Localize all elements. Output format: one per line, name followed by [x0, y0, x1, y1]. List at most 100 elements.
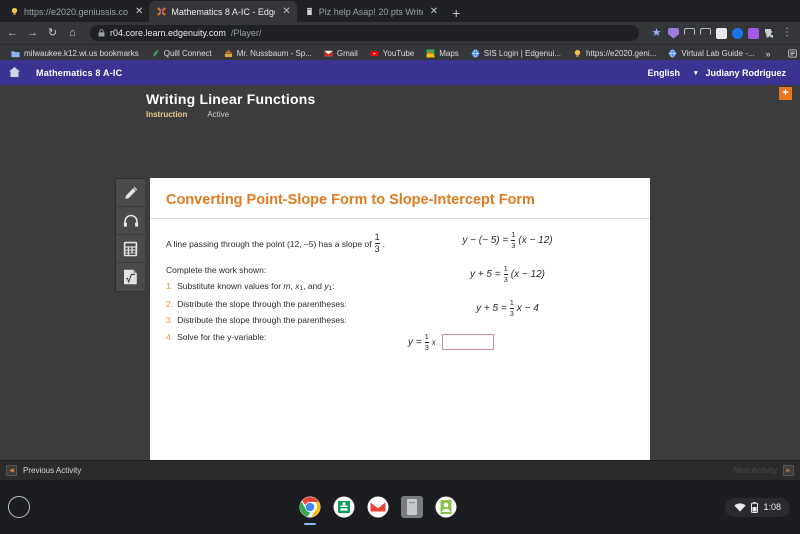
- headphones-icon[interactable]: [116, 207, 145, 235]
- close-icon[interactable]: ✕: [430, 6, 438, 17]
- extension-icon-4[interactable]: [716, 27, 727, 39]
- document-icon: [307, 7, 312, 16]
- address-bar[interactable]: r04.core.learn.edgenuity.com/Player/: [90, 25, 639, 41]
- formula-icon[interactable]: [116, 263, 145, 291]
- close-icon[interactable]: ✕: [135, 6, 143, 17]
- bookmark-item[interactable]: Maps: [420, 49, 465, 58]
- maps-icon: [426, 49, 435, 58]
- activity-bar: ◀ Previous Activity Next Activity ▶: [0, 460, 800, 480]
- contacts-icon[interactable]: [435, 496, 457, 518]
- browser-tab-0[interactable]: https://e2020.geniussis.com/FE ✕: [2, 1, 149, 22]
- equation-3: y + 5 = 1 3 x − 4: [400, 299, 615, 317]
- step-text: Solve for the y-variable:: [177, 331, 267, 342]
- browser-tab-2[interactable]: Plz help Asap! 20 pts Write an in ✕: [297, 1, 444, 22]
- lesson-bar: Writing Linear Functions Instruction Act…: [0, 85, 800, 123]
- lesson-status: Active: [207, 110, 230, 119]
- equation-4: y = 1 3 x: [400, 333, 615, 351]
- edgenuity-icon: [157, 7, 167, 16]
- extension-icon-6[interactable]: [748, 27, 759, 39]
- fraction-numerator: 1: [511, 230, 516, 239]
- equation-rhs: (x − 12): [510, 268, 545, 280]
- equation-2: y + 5 = 1 3 (x − 12): [400, 265, 615, 283]
- gmail-icon: [324, 50, 333, 57]
- bookmark-item[interactable]: SIS Login | Edgenui...: [465, 49, 567, 58]
- bookmark-star-icon[interactable]: ★: [650, 27, 663, 39]
- fraction-numerator: 1: [509, 298, 514, 307]
- course-name: Mathematics 8 A-IC: [36, 67, 123, 78]
- app-header: Mathematics 8 A-IC English ▾ Judiany Rod…: [0, 60, 800, 85]
- calculator-icon[interactable]: [116, 235, 145, 263]
- step-text-c: , and: [303, 281, 325, 291]
- extension-icon-5[interactable]: [732, 27, 743, 39]
- add-button[interactable]: +: [779, 87, 792, 100]
- chrome-icon[interactable]: [299, 496, 321, 518]
- fraction: 1 3: [424, 333, 429, 351]
- address-host: r04.core.learn.edgenuity.com: [110, 28, 226, 38]
- bookmark-item[interactable]: Gmail: [318, 49, 364, 58]
- equation-1: y − (− 5) = 1 3 (x − 12): [400, 231, 615, 249]
- previous-activity-label: Previous Activity: [23, 466, 82, 475]
- answer-input[interactable]: [441, 334, 494, 350]
- pencil-icon[interactable]: [116, 179, 145, 207]
- files-icon[interactable]: [400, 496, 423, 518]
- wifi-icon: [734, 502, 747, 511]
- bookmark-label: Mr. Nussbaum - Sp...: [236, 49, 312, 58]
- equation-rhs: (x − 12): [518, 234, 553, 246]
- tool-rail: [115, 178, 145, 292]
- new-tab-button[interactable]: +: [444, 6, 468, 22]
- step-number: 1.: [166, 281, 174, 291]
- bookmarks-overflow-icon[interactable]: »: [761, 49, 776, 59]
- puzzle-extensions-icon[interactable]: [764, 28, 775, 39]
- launcher-icon[interactable]: [8, 496, 30, 518]
- home-icon[interactable]: [0, 66, 28, 80]
- fraction: 1 3: [503, 265, 508, 283]
- chrome-menu-icon[interactable]: ⋮: [780, 28, 794, 38]
- bookmark-item[interactable]: Mr. Nussbaum - Sp...: [218, 49, 318, 58]
- step-text-a: Substitute known values for: [177, 281, 284, 291]
- system-tray[interactable]: 1:08: [725, 497, 790, 517]
- previous-activity-button[interactable]: ◀ Previous Activity: [6, 465, 81, 476]
- browser-tab-1[interactable]: Mathematics 8 A-IC - Edgenuity ✕: [149, 1, 297, 22]
- bookmark-item[interactable]: https://e2020.geni...: [567, 49, 662, 58]
- gmail-icon[interactable]: [367, 496, 389, 518]
- fraction-denominator: 3: [374, 244, 380, 254]
- page-title: Writing Linear Functions: [146, 91, 316, 107]
- bookmark-item[interactable]: Quill Connect: [145, 49, 218, 58]
- extension-icon-2[interactable]: [684, 27, 695, 39]
- tab-strip: https://e2020.geniussis.com/FE ✕ Mathema…: [0, 0, 800, 22]
- folder-icon: [11, 51, 20, 58]
- step-number: 2.: [166, 298, 174, 309]
- lesson-meta: Instruction Active: [146, 110, 800, 119]
- browser-tab-title: Plz help Asap! 20 pts Write an in: [318, 6, 423, 17]
- bookmark-item[interactable]: Virtual Lab Guide -...: [662, 49, 760, 58]
- next-activity-button[interactable]: Next Activity ▶: [733, 465, 794, 476]
- reload-icon[interactable]: ↻: [46, 27, 59, 39]
- step-text-d: :: [332, 281, 335, 291]
- toolbar-actions: ★ ⋮: [650, 27, 794, 39]
- extension-icon-3[interactable]: [700, 27, 711, 39]
- reading-list-button[interactable]: Reading list: [782, 49, 800, 58]
- classroom-icon[interactable]: [333, 496, 355, 518]
- bookmark-label: SIS Login | Edgenui...: [483, 49, 562, 58]
- browser-tab-title: https://e2020.geniussis.com/FE: [24, 6, 128, 17]
- home-icon[interactable]: ⌂: [66, 27, 79, 39]
- clock: 1:08: [763, 502, 781, 512]
- bookmark-item[interactable]: YouTube: [364, 49, 420, 58]
- address-path: /Player/: [230, 28, 262, 38]
- edgenuity-app: Mathematics 8 A-IC English ▾ Judiany Rod…: [0, 60, 800, 534]
- bookmark-label: milwaukee.k12.wi.us bookmarks: [24, 49, 139, 58]
- bookmark-item[interactable]: milwaukee.k12.wi.us bookmarks: [5, 49, 145, 58]
- lock-icon: [98, 29, 105, 37]
- language-selector[interactable]: English ▾: [647, 68, 705, 78]
- user-name[interactable]: Judiany Rodriguez: [705, 68, 800, 78]
- bookmark-label: YouTube: [382, 49, 415, 58]
- close-icon[interactable]: ✕: [282, 6, 290, 17]
- browser-toolbar: ← → ↻ ⌂ r04.core.learn.edgenuity.com/Pla…: [0, 22, 800, 44]
- slope-fraction: 1 3: [374, 233, 380, 254]
- forward-icon[interactable]: →: [26, 27, 39, 39]
- bookmark-label: Gmail: [336, 49, 358, 58]
- extension-icon-1[interactable]: [668, 27, 679, 39]
- next-activity-label: Next Activity: [733, 466, 777, 475]
- bookmark-label: Virtual Lab Guide -...: [681, 49, 755, 58]
- back-icon[interactable]: ←: [6, 27, 19, 39]
